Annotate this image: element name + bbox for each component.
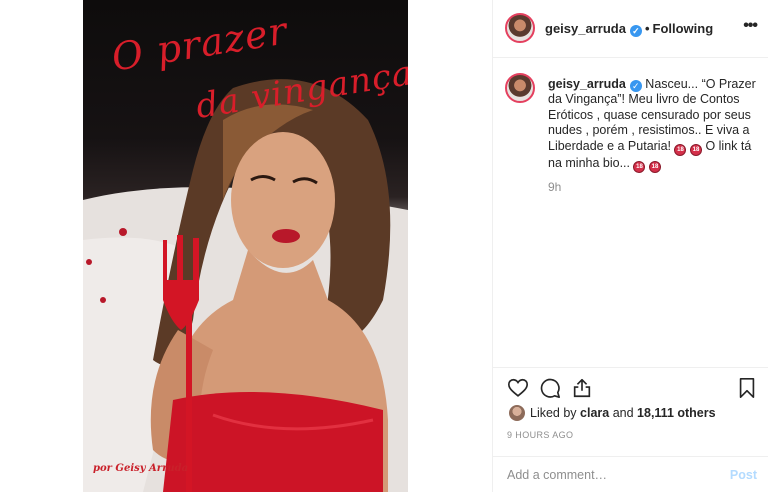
caption-avatar[interactable] [505, 73, 535, 103]
more-options-icon[interactable]: ••• [743, 17, 758, 35]
comment-input[interactable] [507, 465, 717, 485]
caption-section: geisy_arruda ✓ Nasceu... “O Prazer da Vin… [493, 58, 768, 368]
post-comment-button[interactable]: Post [730, 468, 757, 482]
post-image[interactable]: O prazer da vingança por Geisy Arruda [83, 0, 408, 492]
comment-form: Post [493, 456, 768, 493]
no-under-18-emoji-icon: 18 [674, 143, 687, 156]
header-username[interactable]: geisy_arruda [545, 21, 626, 36]
likes-middle: and [609, 406, 638, 420]
likes-prefix: Liked by [530, 406, 581, 420]
post-sidebar: geisy_arruda ✓ • Following ••• geisy_arruda… [492, 0, 768, 492]
separator-dot: • [644, 21, 650, 36]
caption-text: geisy_arruda ✓ Nasceu... “O Prazer da Vin… [548, 77, 762, 173]
likes-count[interactable]: 18,111 others [637, 406, 716, 420]
post-timestamp[interactable]: 9 HOURS AGO [507, 430, 573, 440]
no-under-18-emoji-icon: 18 [633, 160, 646, 173]
following-button[interactable]: Following [653, 21, 714, 36]
book-author-credit: por Geisy Arruda [93, 463, 189, 474]
comment-icon[interactable] [539, 377, 561, 399]
verified-badge-icon: ✓ [629, 80, 642, 92]
heart-icon[interactable] [507, 377, 529, 399]
avatar[interactable] [505, 13, 535, 43]
post-actions: Liked by clara and 18,111 others 9 HOURS… [493, 367, 768, 491]
post-header: geisy_arruda ✓ • Following ••• [493, 0, 768, 58]
liker-avatar[interactable] [509, 405, 525, 421]
likes-text: Liked by clara and 18,111 others [530, 406, 716, 420]
caption-username[interactable]: geisy_arruda [548, 77, 626, 91]
liker-username[interactable]: clara [580, 406, 609, 420]
verified-badge-icon: ✓ [629, 25, 642, 37]
header-user-line: geisy_arruda ✓ • Following [545, 21, 713, 37]
share-icon[interactable] [571, 377, 593, 399]
caption-timestamp[interactable]: 9h [548, 180, 561, 194]
no-under-18-emoji-icon: 18 [648, 160, 661, 173]
bookmark-icon[interactable] [737, 377, 757, 399]
no-under-18-emoji-icon: 18 [689, 143, 702, 156]
